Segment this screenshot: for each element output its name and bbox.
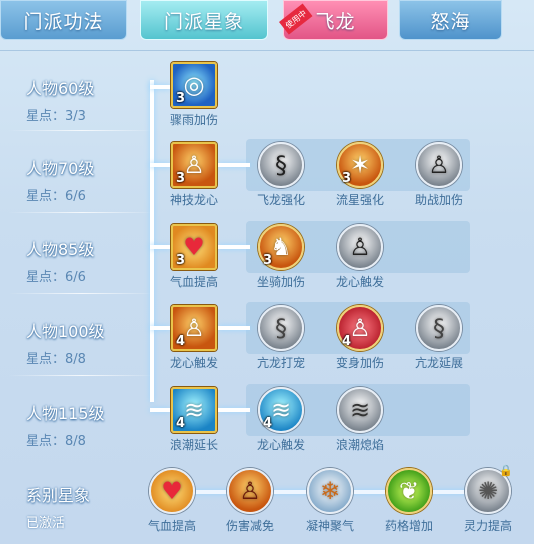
- points-text: 星点：6/6: [26, 270, 86, 285]
- skill-slot[interactable]: ♙ 助战加伤: [404, 142, 474, 208]
- skill-slot[interactable]: ≋ 4 龙心触发: [246, 387, 316, 453]
- row-divider: [8, 375, 156, 376]
- skill-label: 龙心触发: [335, 275, 384, 289]
- system-stars-label: 系别星象 已激活: [26, 482, 90, 531]
- header-divider: [0, 50, 534, 51]
- figure-icon: ♙: [416, 142, 462, 188]
- row-label-60: 人物60级 星点：3/3: [26, 75, 94, 124]
- tree-trunk-line: [150, 80, 154, 402]
- skill-label: 变身加伤: [335, 356, 384, 370]
- skill-label: 浪潮熄焰: [335, 438, 384, 452]
- skill-slot[interactable]: ◎ 3 骤雨加伤: [159, 62, 229, 128]
- skill-label: 助战加伤: [414, 193, 463, 207]
- row-label-115: 人物115级 星点：8/8: [26, 400, 105, 449]
- figure-icon: ♙: [337, 224, 383, 270]
- skill-slot[interactable]: ♥ 3 气血提高: [159, 224, 229, 290]
- herb-icon: ❦: [386, 468, 432, 514]
- beast-icon: ♞ 3: [258, 224, 304, 270]
- system-slot[interactable]: ❄ 凝神聚气: [295, 468, 365, 534]
- system-slot[interactable]: ♥ 气血提高: [137, 468, 207, 534]
- row-label-100: 人物100级 星点：8/8: [26, 318, 105, 367]
- system-label: 药格增加: [384, 519, 433, 533]
- points-text: 星点：6/6: [26, 189, 86, 204]
- wave-icon: ≋ 4: [171, 387, 217, 433]
- row-divider: [8, 212, 156, 213]
- skill-slot[interactable]: ♞ 3 坐骑加伤: [246, 224, 316, 290]
- system-label: 凝神聚气: [305, 519, 354, 533]
- skill-label: 飞龙强化: [256, 193, 305, 207]
- level-text: 人物100级: [26, 322, 105, 341]
- skill-slot[interactable]: ✶ 3 流星强化: [325, 142, 395, 208]
- vortex-icon: ◎ 3: [171, 62, 217, 108]
- skill-label: 亢龙打宠: [256, 356, 305, 370]
- points-text: 星点：8/8: [26, 352, 86, 367]
- skill-slot[interactable]: ♙ 龙心触发: [325, 224, 395, 290]
- level-text: 人物60级: [26, 79, 95, 98]
- flame-figure-icon: ♙ 3: [171, 142, 217, 188]
- skill-slot[interactable]: § 亢龙打宠: [246, 305, 316, 371]
- skill-label: 流星强化: [335, 193, 384, 207]
- system-slot[interactable]: ❦ 药格增加: [374, 468, 444, 534]
- system-label: 伤害减免: [225, 519, 274, 533]
- tab-sect-skills[interactable]: 门派功法: [0, 0, 127, 40]
- points-text: 星点：8/8: [26, 434, 86, 449]
- level-text: 人物115级: [26, 404, 105, 423]
- system-title: 系别星象: [26, 486, 91, 505]
- row-divider: [8, 293, 156, 294]
- skill-slot[interactable]: ≋ 4 浪潮延长: [159, 387, 229, 453]
- skill-slot[interactable]: ♙ 4 变身加伤: [325, 305, 395, 371]
- skill-slot[interactable]: ≋ 浪潮熄焰: [325, 387, 395, 453]
- skill-slot[interactable]: ♙ 3 神技龙心: [159, 142, 229, 208]
- dragon-icon: §: [258, 142, 304, 188]
- skill-slot[interactable]: § 飞龙强化: [246, 142, 316, 208]
- row-divider: [8, 130, 156, 131]
- system-label: 气血提高: [147, 519, 196, 533]
- row-label-70: 人物70级 星点：6/6: [26, 155, 94, 204]
- points-text: 星点：3/3: [26, 109, 86, 124]
- heart-icon: ♥ 3: [171, 224, 217, 270]
- skill-label: 坐骑加伤: [256, 275, 305, 289]
- skill-label: 亢龙延展: [414, 356, 463, 370]
- tab-sect-stars[interactable]: 门派星象: [140, 0, 268, 40]
- spirit-icon: ❄: [307, 468, 353, 514]
- lock-icon: 🔒: [499, 464, 513, 477]
- skill-slot[interactable]: ♙ 4 龙心触发: [159, 305, 229, 371]
- heart-icon: ♥: [149, 468, 195, 514]
- level-text: 人物70级: [26, 159, 95, 178]
- tab-bar: 门派功法 门派星象 飞龙 使用中 怒海: [0, 0, 534, 46]
- wave-icon: ≋: [337, 387, 383, 433]
- skill-label: 骤雨加伤: [169, 113, 218, 127]
- spirit-icon: ✺ 🔒: [465, 464, 513, 514]
- skill-label: 龙心触发: [169, 356, 218, 370]
- system-status: 已激活: [26, 516, 66, 531]
- skill-label: 龙心触发: [256, 438, 305, 452]
- figure-icon: ♙: [227, 468, 273, 514]
- skill-slot[interactable]: § 亢龙延展: [404, 305, 474, 371]
- level-text: 人物85级: [26, 240, 95, 259]
- skill-label: 浪潮延长: [169, 438, 218, 452]
- dragon-icon: §: [258, 305, 304, 351]
- system-slot[interactable]: ✺ 🔒 灵力提高: [453, 464, 523, 534]
- row-label-85: 人物85级 星点：6/6: [26, 236, 94, 285]
- dragon-icon: §: [416, 305, 462, 351]
- meteor-icon: ✶ 3: [337, 142, 383, 188]
- system-label: 灵力提高: [463, 519, 512, 533]
- system-slot[interactable]: ♙ 伤害减免: [215, 468, 285, 534]
- wave-icon: ≋ 4: [258, 387, 304, 433]
- tab-nuhai[interactable]: 怒海: [399, 0, 502, 40]
- skill-label: 神技龙心: [169, 193, 218, 207]
- red-figure-icon: ♙ 4: [337, 305, 383, 351]
- skill-label: 气血提高: [169, 275, 218, 289]
- flame-figure-icon: ♙ 4: [171, 305, 217, 351]
